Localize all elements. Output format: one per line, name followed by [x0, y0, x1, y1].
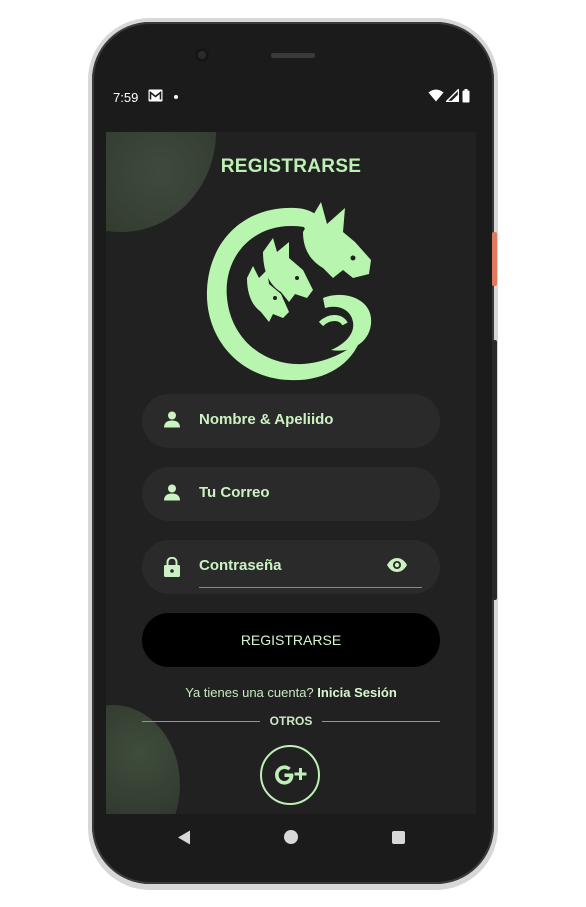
login-link[interactable]: Inicia Sesión: [317, 685, 396, 700]
gmail-icon: [148, 89, 163, 102]
volume-button: [492, 340, 497, 600]
navigation-bar: [106, 814, 476, 860]
have-account-text: Ya tienes una cuenta?: [185, 685, 314, 700]
register-screen: REGISTRARSE Nombre & Apeliido Tu Correo …: [106, 132, 476, 814]
power-button: [492, 232, 497, 286]
divider-right: [322, 721, 440, 722]
status-time: 7:59: [113, 90, 139, 105]
page-title: REGISTRARSE: [220, 156, 362, 177]
divider-left: [142, 721, 260, 722]
google-plus-button[interactable]: [260, 745, 320, 805]
home-icon[interactable]: [284, 830, 298, 844]
login-prompt: Ya tienes una cuenta? Inicia Sesión: [106, 685, 476, 700]
password-field[interactable]: Contraseña: [142, 540, 440, 594]
front-camera: [195, 48, 209, 62]
email-field[interactable]: Tu Correo: [142, 467, 440, 521]
battery-icon: [462, 89, 470, 103]
wifi-icon: [428, 89, 444, 102]
name-field-label: Nombre & Apeliido: [199, 411, 334, 428]
signal-icon: [446, 89, 459, 102]
recents-icon[interactable]: [392, 831, 405, 844]
name-field[interactable]: Nombre & Apeliido: [142, 394, 440, 448]
screen: 7:59 REGISTRARSE Nombre & Apeliido Tu Co…: [106, 74, 476, 860]
person-icon: [164, 484, 180, 501]
notification-dot-icon: [174, 95, 178, 99]
back-icon[interactable]: [177, 830, 191, 845]
lock-icon: [164, 557, 180, 577]
hydra-dragon-logo: [206, 202, 372, 381]
register-button[interactable]: REGISTRARSE: [142, 613, 440, 667]
google-plus-icon: [275, 765, 307, 785]
earpiece-speaker: [271, 53, 315, 58]
password-field-label: Contraseña: [199, 557, 282, 574]
divider-label: OTROS: [269, 714, 313, 728]
person-icon: [164, 411, 180, 428]
decorative-blob-top: [106, 132, 216, 232]
eye-icon[interactable]: [386, 557, 408, 573]
email-field-label: Tu Correo: [199, 484, 270, 501]
status-bar: 7:59: [106, 74, 476, 132]
password-underline: [199, 587, 422, 588]
